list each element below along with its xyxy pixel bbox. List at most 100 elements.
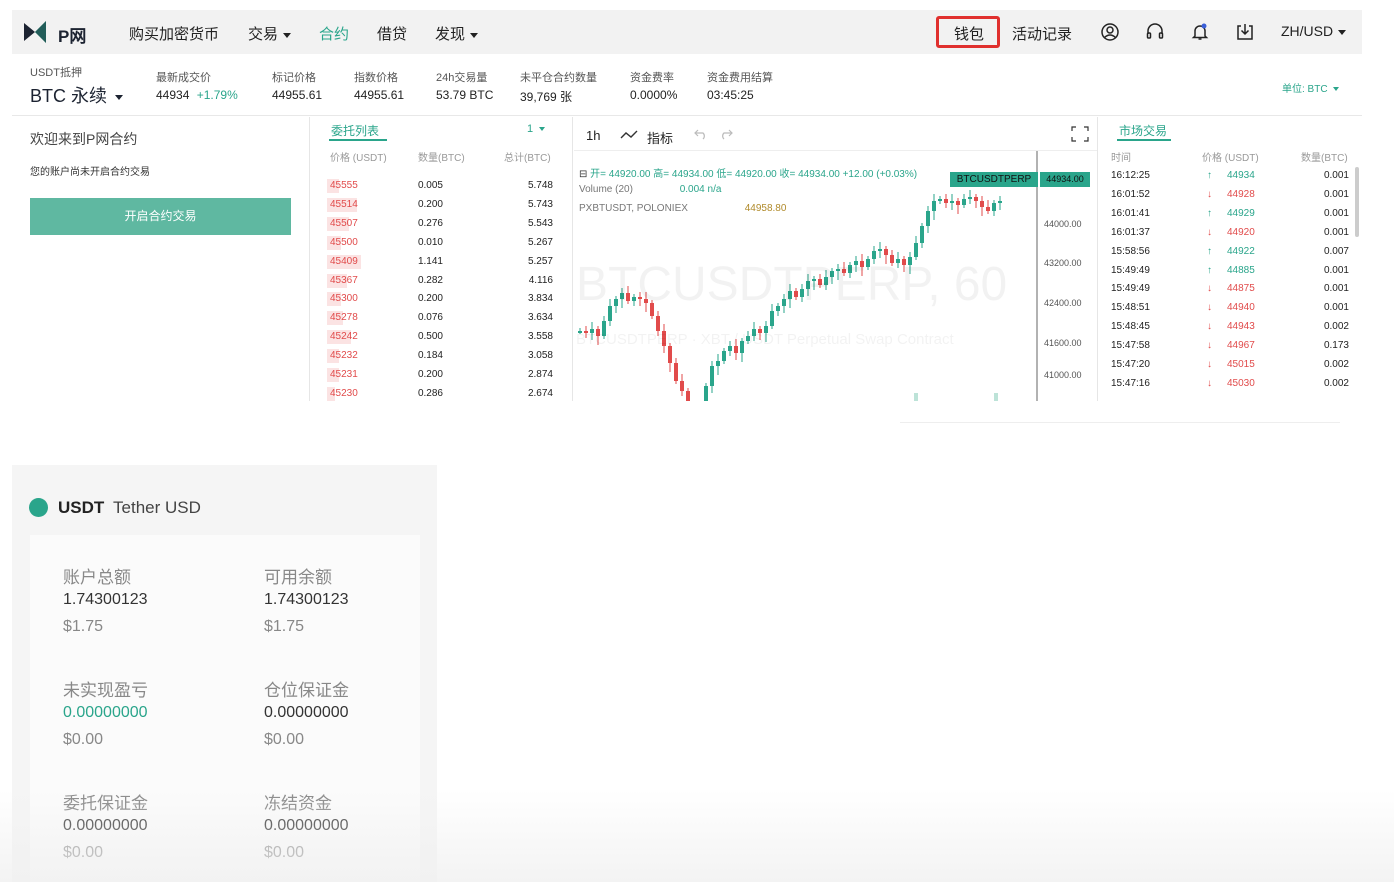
fullscreen-icon[interactable] <box>1071 126 1089 142</box>
volume-bar <box>914 393 918 401</box>
trade-price: 44928 <box>1227 188 1255 200</box>
nav-lending[interactable]: 借贷 <box>377 23 407 44</box>
arrow-down-icon: ↓ <box>1207 302 1212 314</box>
y-tick: 42400.00 <box>1044 298 1082 308</box>
nav-activity[interactable]: 活动记录 <box>1012 23 1072 44</box>
compare-legend: PXBTUSDT, POLONIEX 44958.80 <box>579 203 786 214</box>
nav-trade[interactable]: 交易 <box>248 23 292 44</box>
logo-text[interactable]: P网 <box>58 22 86 47</box>
undo-icon[interactable] <box>694 128 708 140</box>
order-book-row[interactable]: 45500 0.010 5.267 <box>311 234 573 253</box>
ask-price: 45367 <box>330 274 358 286</box>
order-book-row[interactable]: 45242 0.500 3.558 <box>311 328 573 347</box>
candle-body <box>722 351 726 361</box>
ask-price: 45242 <box>330 331 358 343</box>
contract-selector[interactable]: BTC 永续 <box>30 82 124 108</box>
chart-watermark: BTCUSDTPERP, 60 <box>576 258 1008 311</box>
trade-row: 15:48:51 ↓ 44940 0.001 <box>1099 299 1361 318</box>
trade-amount: 0.007 <box>1323 245 1349 257</box>
headset-icon[interactable] <box>1145 22 1165 42</box>
trade-time: 15:49:49 <box>1111 264 1150 276</box>
trade-price: 44922 <box>1227 245 1255 257</box>
available-usd: $1.75 <box>264 618 305 635</box>
redo-icon[interactable] <box>719 128 733 140</box>
nav-buy-crypto[interactable]: 购买加密货币 <box>129 23 219 44</box>
ohlc-legend: ⊟ 开= 44920.00 高= 44934.00 低= 44920.00 收=… <box>579 169 918 180</box>
interval-selector[interactable]: 1h <box>586 128 600 143</box>
trade-amount: 0.002 <box>1323 321 1349 333</box>
unit-selector[interactable]: 单位: BTC <box>1282 80 1339 95</box>
last-price-tag: 44934.00 <box>1040 172 1090 187</box>
nav-wallet[interactable]: 钱包 <box>954 23 984 44</box>
locale-selector[interactable]: ZH/USD <box>1281 23 1347 39</box>
trade-time: 15:48:45 <box>1111 321 1150 333</box>
ask-amount: 0.010 <box>417 236 443 248</box>
unit-label: 单位: BTC <box>1282 84 1328 95</box>
ask-price: 45232 <box>330 350 358 362</box>
ask-price: 45507 <box>330 217 358 229</box>
asset-panel: USDT Tether USD 账户总额 1.74300123 $1.75 可用… <box>12 465 437 882</box>
arrow-up-icon: ↑ <box>1207 264 1212 276</box>
trade-amount: 0.001 <box>1323 302 1349 314</box>
trade-time: 15:58:56 <box>1111 245 1150 257</box>
chevron-down-icon <box>283 32 292 38</box>
candle-body <box>950 201 954 203</box>
bell-icon[interactable] <box>1190 22 1210 42</box>
order-book-row[interactable]: 45231 0.200 2.874 <box>311 366 573 385</box>
order-margin-usd: $0.00 <box>63 844 104 861</box>
ask-price: 45409 <box>330 255 358 267</box>
trade-amount: 0.001 <box>1323 226 1349 238</box>
ask-total: 2.674 <box>527 387 553 399</box>
trade-price: 45030 <box>1227 377 1255 389</box>
order-book-row[interactable]: 45232 0.184 3.058 <box>311 347 573 366</box>
total-usd: $1.75 <box>63 618 104 635</box>
last-price-label: 最新成交价 <box>156 72 211 84</box>
nav-discover[interactable]: 发现 <box>435 23 479 44</box>
order-book-row[interactable]: 45230 0.286 2.674 <box>311 385 573 404</box>
arrow-down-icon: ↓ <box>1207 226 1212 238</box>
order-book-row[interactable]: 45278 0.076 3.634 <box>311 309 573 328</box>
ask-amount: 0.200 <box>417 293 443 305</box>
ask-total: 5.743 <box>527 198 553 210</box>
top-navigation: P网 购买加密货币 交易 合约 借贷 发现 钱包 活动记录 ZH/USD <box>12 10 1362 54</box>
volume-value: 53.79 BTC <box>436 88 494 102</box>
logo-icon[interactable] <box>24 21 46 43</box>
trade-time: 15:47:20 <box>1111 359 1150 370</box>
trade-row: 15:58:56 ↑ 44922 0.007 <box>1099 243 1361 262</box>
ask-amount: 0.200 <box>417 369 443 380</box>
trade-amount: 0.001 <box>1323 207 1349 219</box>
trade-row: 15:49:49 ↑ 44885 0.001 <box>1099 262 1361 281</box>
enable-contract-button[interactable]: 开启合约交易 <box>30 198 291 235</box>
price-change: +1.79% <box>196 88 238 102</box>
account-icon[interactable] <box>1100 22 1120 42</box>
mark-price-label: 标记价格 <box>272 72 316 84</box>
ask-price: 45300 <box>330 293 358 305</box>
candle-body <box>914 243 918 257</box>
nav-contract[interactable]: 合约 <box>319 23 349 44</box>
trade-price: 44967 <box>1227 340 1255 352</box>
y-tick: 41600.00 <box>1044 338 1082 348</box>
mark-price: 44955.61 <box>272 88 323 102</box>
order-book-row[interactable]: 45514 0.200 5.743 <box>311 196 573 215</box>
download-icon[interactable] <box>1235 22 1255 42</box>
order-book-row[interactable]: 45300 0.200 3.834 <box>311 290 573 309</box>
market-trades-panel: 市场交易 时间 价格 (USDT) 数量(BTC) 16:12:25 ↑ 44934… <box>1099 117 1362 401</box>
chevron-down-icon <box>115 94 124 100</box>
depth-selector[interactable]: 1 <box>527 123 546 135</box>
order-book-row[interactable]: 45409 1.141 5.257 <box>311 253 573 272</box>
trade-row: 15:48:45 ↓ 44943 0.002 <box>1099 318 1361 337</box>
y-tick: 41000.00 <box>1044 370 1082 380</box>
order-margin-label: 委托保证金 <box>63 794 148 813</box>
ask-price: 45278 <box>330 312 358 324</box>
order-book-row[interactable]: 45507 0.276 5.543 <box>311 215 573 234</box>
order-book-row[interactable]: 45555 0.005 5.748 <box>311 177 573 196</box>
indicator-button[interactable]: 指标 <box>647 128 673 147</box>
scrollbar[interactable] <box>1355 167 1359 237</box>
ask-total: 3.558 <box>527 331 553 343</box>
order-book-row[interactable]: 45367 0.282 4.116 <box>311 272 573 291</box>
ask-price: 45500 <box>330 236 358 248</box>
candle-body <box>680 381 684 391</box>
arrow-up-icon: ↑ <box>1207 207 1212 219</box>
tab-market-trades[interactable]: 市场交易 <box>1119 122 1167 139</box>
tab-order-book[interactable]: 委托列表 <box>331 122 379 139</box>
